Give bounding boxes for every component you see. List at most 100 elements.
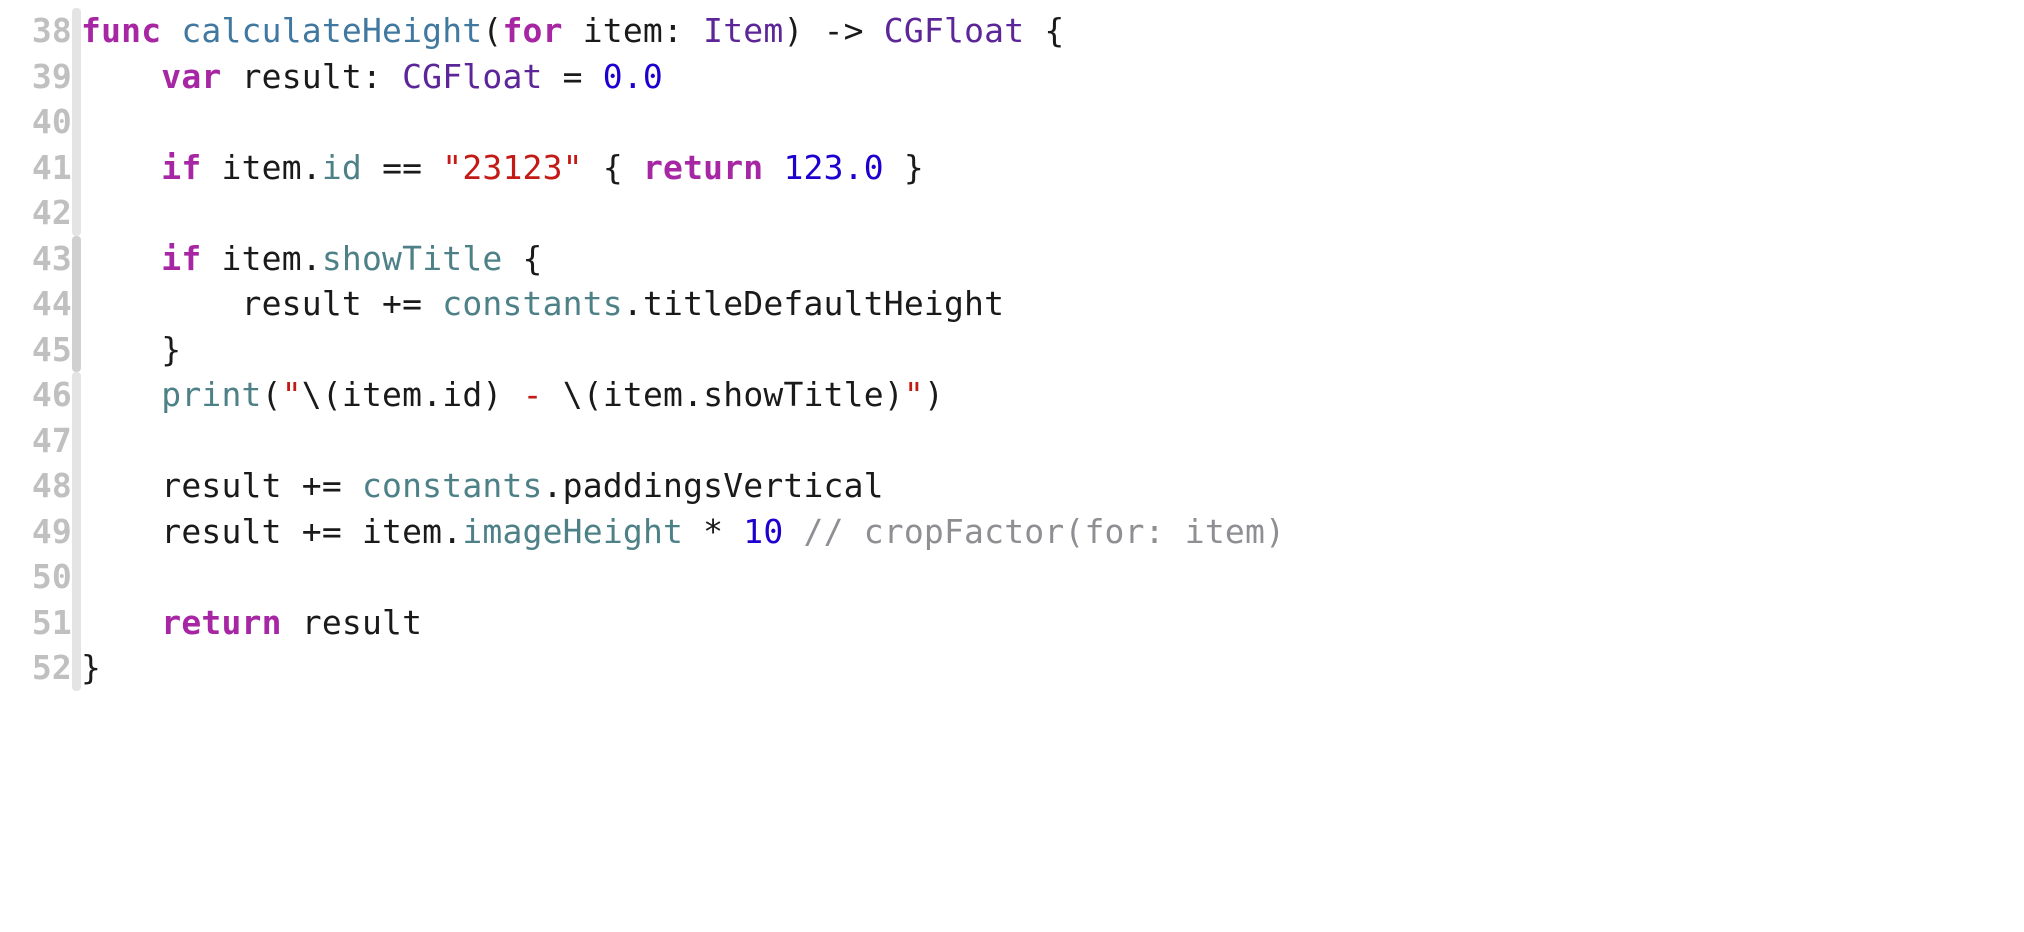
number-literal: 0.0 (603, 57, 663, 96)
number-literal: 123.0 (783, 148, 883, 187)
code-line[interactable]: } (81, 645, 1285, 691)
string-quote: " (282, 375, 302, 414)
space (563, 11, 583, 50)
line-number: 46 (0, 372, 72, 418)
paren: ( (262, 375, 282, 414)
interpolation-open: \( (563, 375, 603, 414)
identifier: result (242, 57, 362, 96)
code-line[interactable]: result += constants.titleDefaultHeight (81, 281, 1285, 327)
line-number: 48 (0, 463, 72, 509)
paren: ( (482, 11, 502, 50)
keyword: if (161, 148, 201, 187)
operator: * (683, 512, 743, 551)
indent (81, 239, 161, 278)
brace: { (502, 239, 542, 278)
operator: == (362, 148, 442, 187)
line-number: 39 (0, 54, 72, 100)
change-marker (72, 8, 81, 236)
brace: { (583, 148, 643, 187)
dot: . (302, 148, 322, 187)
indent (81, 466, 161, 505)
keyword: if (161, 239, 201, 278)
code-line[interactable] (81, 190, 1285, 236)
dot: . (302, 239, 322, 278)
colon: : (663, 11, 703, 50)
keyword: return (161, 603, 281, 642)
dot: . (683, 375, 703, 414)
code-line[interactable] (81, 99, 1285, 145)
line-number-gutter: 38 39 40 41 42 43 44 45 46 47 48 49 50 5… (0, 8, 72, 691)
line-number: 45 (0, 327, 72, 373)
code-line[interactable]: var result: CGFloat = 0.0 (81, 54, 1285, 100)
identifier: result (302, 603, 422, 642)
operator: += (302, 512, 342, 551)
dot: . (422, 375, 442, 414)
code-line[interactable]: return result (81, 600, 1285, 646)
code-line[interactable]: result += item.imageHeight * 10 // cropF… (81, 509, 1285, 555)
line-number: 50 (0, 554, 72, 600)
identifier: result (161, 512, 301, 551)
change-marker (72, 372, 81, 691)
brace: } (161, 330, 181, 369)
space (201, 239, 221, 278)
brace: } (81, 648, 101, 687)
function-call: print (161, 375, 261, 414)
type: CGFloat (402, 57, 542, 96)
identifier: item (222, 148, 302, 187)
space (763, 148, 783, 187)
string-quote: " (904, 375, 924, 414)
line-number: 47 (0, 418, 72, 464)
paren: ) (783, 11, 803, 50)
line-number: 41 (0, 145, 72, 191)
space (783, 512, 803, 551)
line-number: 51 (0, 600, 72, 646)
operator: += (382, 284, 422, 323)
identifier: result (161, 466, 301, 505)
code-line[interactable] (81, 418, 1285, 464)
code-line[interactable]: result += constants.paddingsVertical (81, 463, 1285, 509)
code-line[interactable]: func calculateHeight(for item: Item) -> … (81, 8, 1285, 54)
keyword: func (81, 11, 161, 50)
indent (81, 57, 161, 96)
identifier: item (603, 375, 683, 414)
space (342, 466, 362, 505)
dot: . (442, 512, 462, 551)
code-editor: 38 39 40 41 42 43 44 45 46 47 48 49 50 5… (0, 8, 2024, 691)
space (422, 284, 442, 323)
type: Item (703, 11, 783, 50)
indent (81, 284, 242, 323)
indent (81, 375, 161, 414)
member: titleDefaultHeight (643, 284, 1004, 323)
member: showTitle (703, 375, 884, 414)
dot: . (543, 466, 563, 505)
string-literal: "23123" (442, 148, 582, 187)
change-marker (72, 236, 81, 373)
paren: ) (924, 375, 944, 414)
indent (81, 330, 161, 369)
interpolation-close: ) (884, 375, 904, 414)
brace: { (1024, 11, 1064, 50)
indent (81, 512, 161, 551)
keyword: return (643, 148, 763, 187)
keyword: var (161, 57, 221, 96)
code-line[interactable]: } (81, 327, 1285, 373)
code-line[interactable]: print("\(item.id) - \(item.showTitle)") (81, 372, 1285, 418)
function-name: calculateHeight (181, 11, 482, 50)
interpolation-open: \( (302, 375, 342, 414)
code-line[interactable]: if item.showTitle { (81, 236, 1285, 282)
keyword: for (502, 11, 562, 50)
code-area[interactable]: func calculateHeight(for item: Item) -> … (81, 8, 1285, 691)
dot: . (623, 284, 643, 323)
code-line[interactable] (81, 554, 1285, 600)
space (282, 603, 302, 642)
line-number: 38 (0, 8, 72, 54)
type: CGFloat (884, 11, 1024, 50)
space (221, 57, 241, 96)
comment: // cropFactor(for: item) (804, 512, 1286, 551)
code-line[interactable]: if item.id == "23123" { return 123.0 } (81, 145, 1285, 191)
parameter: item (583, 11, 663, 50)
interpolation-close: ) (482, 375, 502, 414)
brace: } (884, 148, 924, 187)
line-number: 44 (0, 281, 72, 327)
arrow: -> (804, 11, 884, 50)
